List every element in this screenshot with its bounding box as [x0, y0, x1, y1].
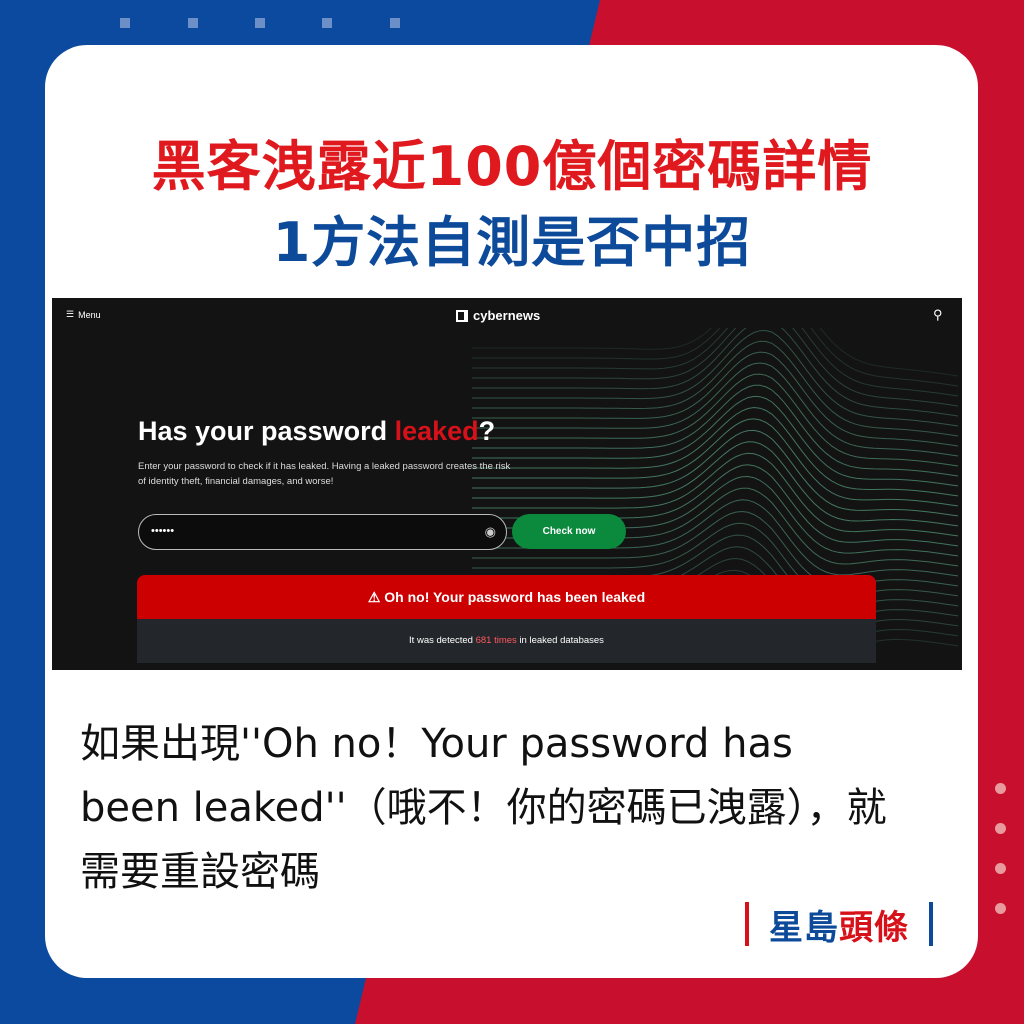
detection-result: It was detected 681 times in leaked data…: [137, 619, 876, 663]
sing-tao-headline-logo: 星島 頭條: [745, 902, 933, 948]
brand-red: 頭條: [839, 907, 909, 948]
decor-square: [188, 18, 198, 28]
wave-line: [472, 340, 959, 437]
logo-mark-icon: [456, 309, 468, 322]
detected-count: 681 times: [475, 635, 517, 646]
heading-text: Has your password: [138, 416, 395, 446]
headline-line-1: 黑客洩露近100億個密碼詳情: [151, 135, 873, 198]
cybernews-logo[interactable]: cybernews: [456, 308, 540, 323]
decor-square: [322, 18, 332, 28]
detected-text: It was detected: [409, 635, 476, 646]
decor-square: [255, 18, 265, 28]
menu-label: Menu: [78, 309, 101, 320]
eye-icon[interactable]: ◉: [485, 515, 496, 548]
decor-dot: [995, 823, 1006, 834]
cybernews-screenshot: ☰ Menu cybernews ⚲ Has your password leak…: [52, 298, 962, 670]
hamburger-icon: ☰: [66, 309, 75, 319]
menu-button[interactable]: ☰ Menu: [66, 309, 101, 320]
brand-blue: 星島: [769, 907, 839, 948]
wave-line: [472, 351, 959, 447]
logo-text: cybernews: [473, 308, 541, 323]
heading-highlight: leaked: [394, 416, 479, 446]
password-value: ••••••: [151, 525, 175, 537]
leaked-alert: ⚠ Oh no! Your password has been leaked: [137, 575, 876, 619]
decor-dot: [995, 863, 1006, 874]
detected-suffix: in leaked databases: [516, 635, 604, 646]
decor-square: [390, 18, 400, 28]
heading-question: ?: [478, 416, 496, 446]
headline-line-2: 1方法自測是否中招: [272, 211, 752, 274]
password-input[interactable]: •••••• ◉: [138, 514, 507, 550]
caption: 如果出現''Oh no！Your password has been leake…: [80, 721, 887, 895]
check-now-button[interactable]: Check now: [512, 514, 626, 549]
decor-square: [120, 18, 130, 28]
decor-dot: [995, 783, 1006, 794]
search-icon[interactable]: ⚲: [933, 307, 943, 323]
decor-dot: [995, 903, 1006, 914]
page-heading: Has your password leaked?: [138, 416, 495, 447]
description: Enter your password to check if it has l…: [138, 461, 511, 487]
